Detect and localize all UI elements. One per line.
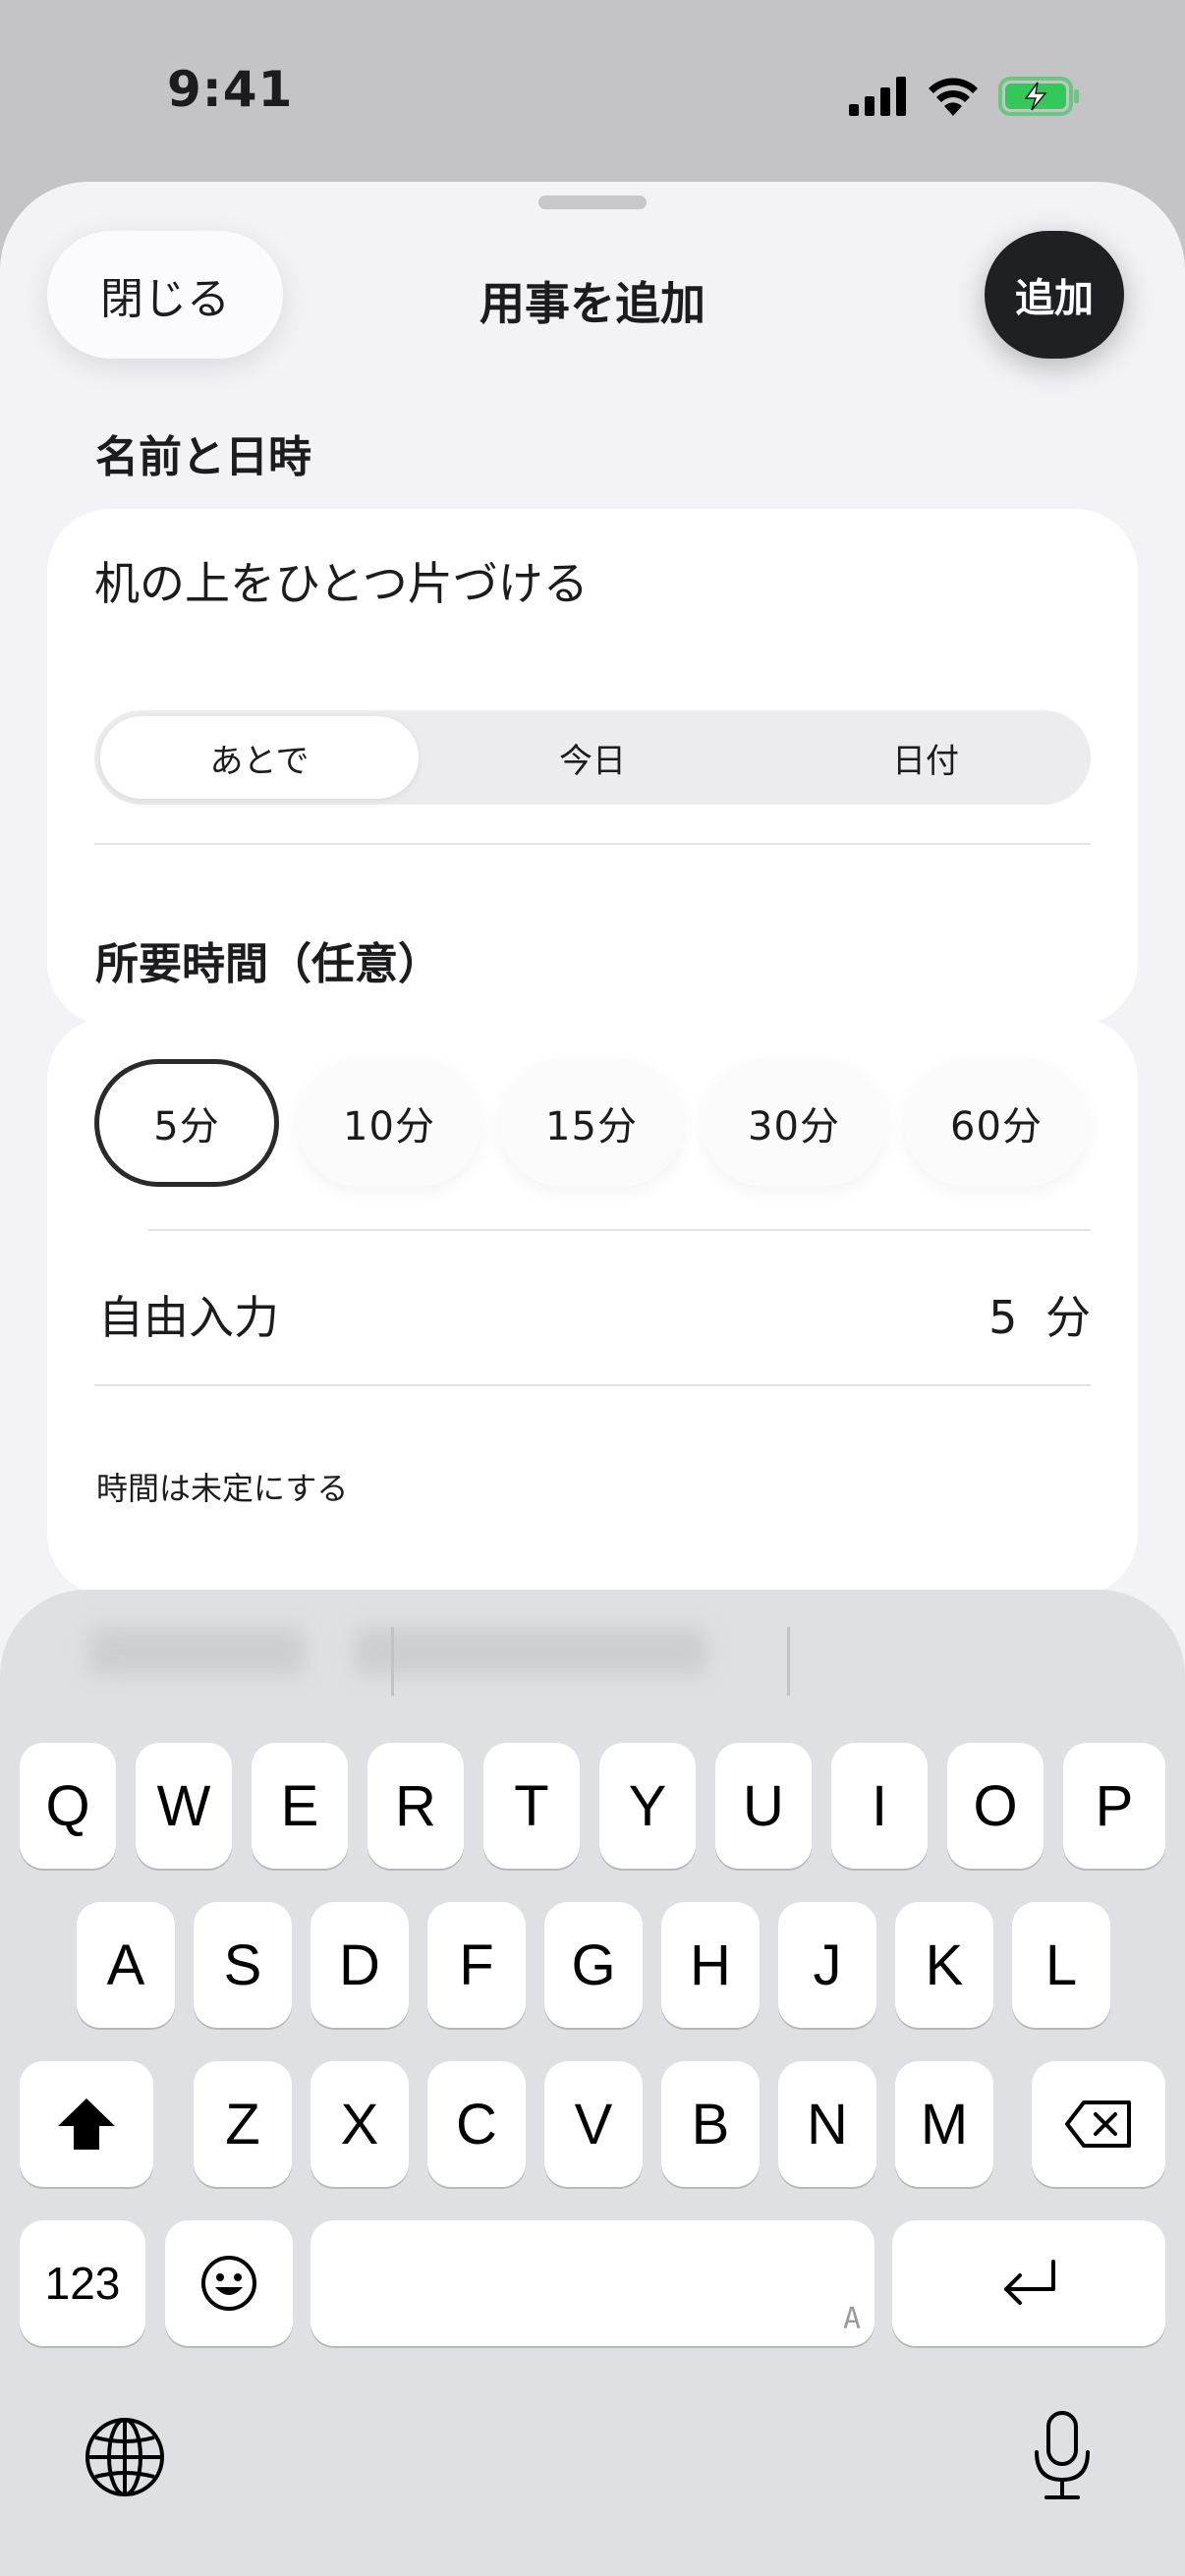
key-r[interactable]: R xyxy=(367,1743,464,1869)
sheet-grabber[interactable] xyxy=(538,196,647,209)
duration-chip-10[interactable]: 10分 xyxy=(297,1059,481,1187)
suggestion-separator xyxy=(787,1627,790,1696)
key-f[interactable]: F xyxy=(427,1902,526,2028)
duration-chip-15[interactable]: 15分 xyxy=(499,1059,684,1187)
key-q[interactable]: Q xyxy=(20,1743,116,1869)
divider xyxy=(94,843,1091,845)
section-label-duration: 所要時間（任意） xyxy=(95,939,441,989)
delete-key[interactable] xyxy=(1032,2061,1165,2187)
return-key[interactable] xyxy=(892,2220,1165,2346)
unset-time-option[interactable]: 時間は未定にする xyxy=(96,1464,348,1509)
emoji-key[interactable] xyxy=(165,2220,293,2346)
status-time: 9:41 xyxy=(167,61,294,118)
segment-date[interactable]: 日付 xyxy=(766,716,1085,799)
section-label-name-date: 名前と日時 xyxy=(95,432,311,482)
key-x[interactable]: X xyxy=(310,2061,409,2187)
key-u[interactable]: U xyxy=(715,1743,812,1869)
delete-icon xyxy=(1065,2100,1131,2148)
duration-chip-5[interactable]: 5分 xyxy=(94,1059,279,1187)
suggestion-blurred[interactable] xyxy=(354,1627,707,1676)
cellular-signal-icon xyxy=(849,77,906,116)
key-d[interactable]: D xyxy=(310,1902,409,2028)
keyboard: Q W E R T Y U I O P A S D F G H J K L Z … xyxy=(0,1590,1185,2576)
task-name-input[interactable]: 机の上をひとつ片づける xyxy=(94,548,589,613)
key-i[interactable]: I xyxy=(831,1743,928,1869)
key-h[interactable]: H xyxy=(661,1902,760,2028)
key-o[interactable]: O xyxy=(947,1743,1044,1869)
shift-key[interactable] xyxy=(20,2061,153,2187)
battery-charging-icon xyxy=(998,77,1079,116)
wifi-icon xyxy=(929,78,978,116)
divider xyxy=(148,1229,1091,1231)
key-g[interactable]: G xyxy=(544,1902,643,2028)
key-m[interactable]: M xyxy=(895,2061,993,2187)
duration-card: 5分 10分 15分 30分 60分 自由入力 5 分 時間は未定にする xyxy=(47,1017,1138,1596)
key-y[interactable]: Y xyxy=(599,1743,696,1869)
suggestion-blurred[interactable] xyxy=(88,1627,305,1676)
key-b[interactable]: B xyxy=(661,2061,760,2187)
key-z[interactable]: Z xyxy=(194,2061,292,2187)
key-e[interactable]: E xyxy=(252,1743,348,1869)
suggestion-separator xyxy=(391,1627,394,1696)
free-input-label: 自由入力 xyxy=(98,1291,279,1344)
globe-button[interactable] xyxy=(83,2415,167,2499)
suggestion-bar xyxy=(0,1590,1185,1708)
key-t[interactable]: T xyxy=(483,1743,580,1869)
shift-icon xyxy=(58,2099,115,2150)
microphone-icon xyxy=(1035,2411,1090,2499)
return-icon xyxy=(1004,2260,1055,2305)
key-k[interactable]: K xyxy=(895,1902,993,2028)
globe-icon xyxy=(85,2418,164,2496)
numbers-key[interactable]: 123 xyxy=(20,2220,145,2346)
key-s[interactable]: S xyxy=(194,1902,292,2028)
key-l[interactable]: L xyxy=(1012,1902,1110,2028)
key-p[interactable]: P xyxy=(1063,1743,1165,1869)
emoji-icon xyxy=(201,2256,256,2311)
date-segmented-control: あとで 今日 日付 xyxy=(94,710,1091,805)
key-c[interactable]: C xyxy=(427,2061,526,2187)
status-bar: 9:41 xyxy=(0,0,1185,187)
key-a[interactable]: A xyxy=(77,1902,175,2028)
key-v[interactable]: V xyxy=(544,2061,643,2187)
segment-today[interactable]: 今日 xyxy=(433,716,752,799)
duration-chip-30[interactable]: 30分 xyxy=(702,1059,886,1187)
key-n[interactable]: N xyxy=(778,2061,876,2187)
divider xyxy=(94,1384,1091,1386)
segment-later[interactable]: あとで xyxy=(100,716,419,799)
key-w[interactable]: W xyxy=(136,1743,232,1869)
microphone-button[interactable] xyxy=(1018,2407,1106,2505)
input-mode-hint: A xyxy=(842,2302,861,2336)
key-j[interactable]: J xyxy=(778,1902,876,2028)
add-button[interactable]: 追加 xyxy=(985,231,1124,359)
duration-chip-60[interactable]: 60分 xyxy=(904,1059,1089,1187)
free-input-value[interactable]: 5 分 xyxy=(988,1282,1091,1347)
space-key[interactable]: A xyxy=(310,2220,875,2346)
